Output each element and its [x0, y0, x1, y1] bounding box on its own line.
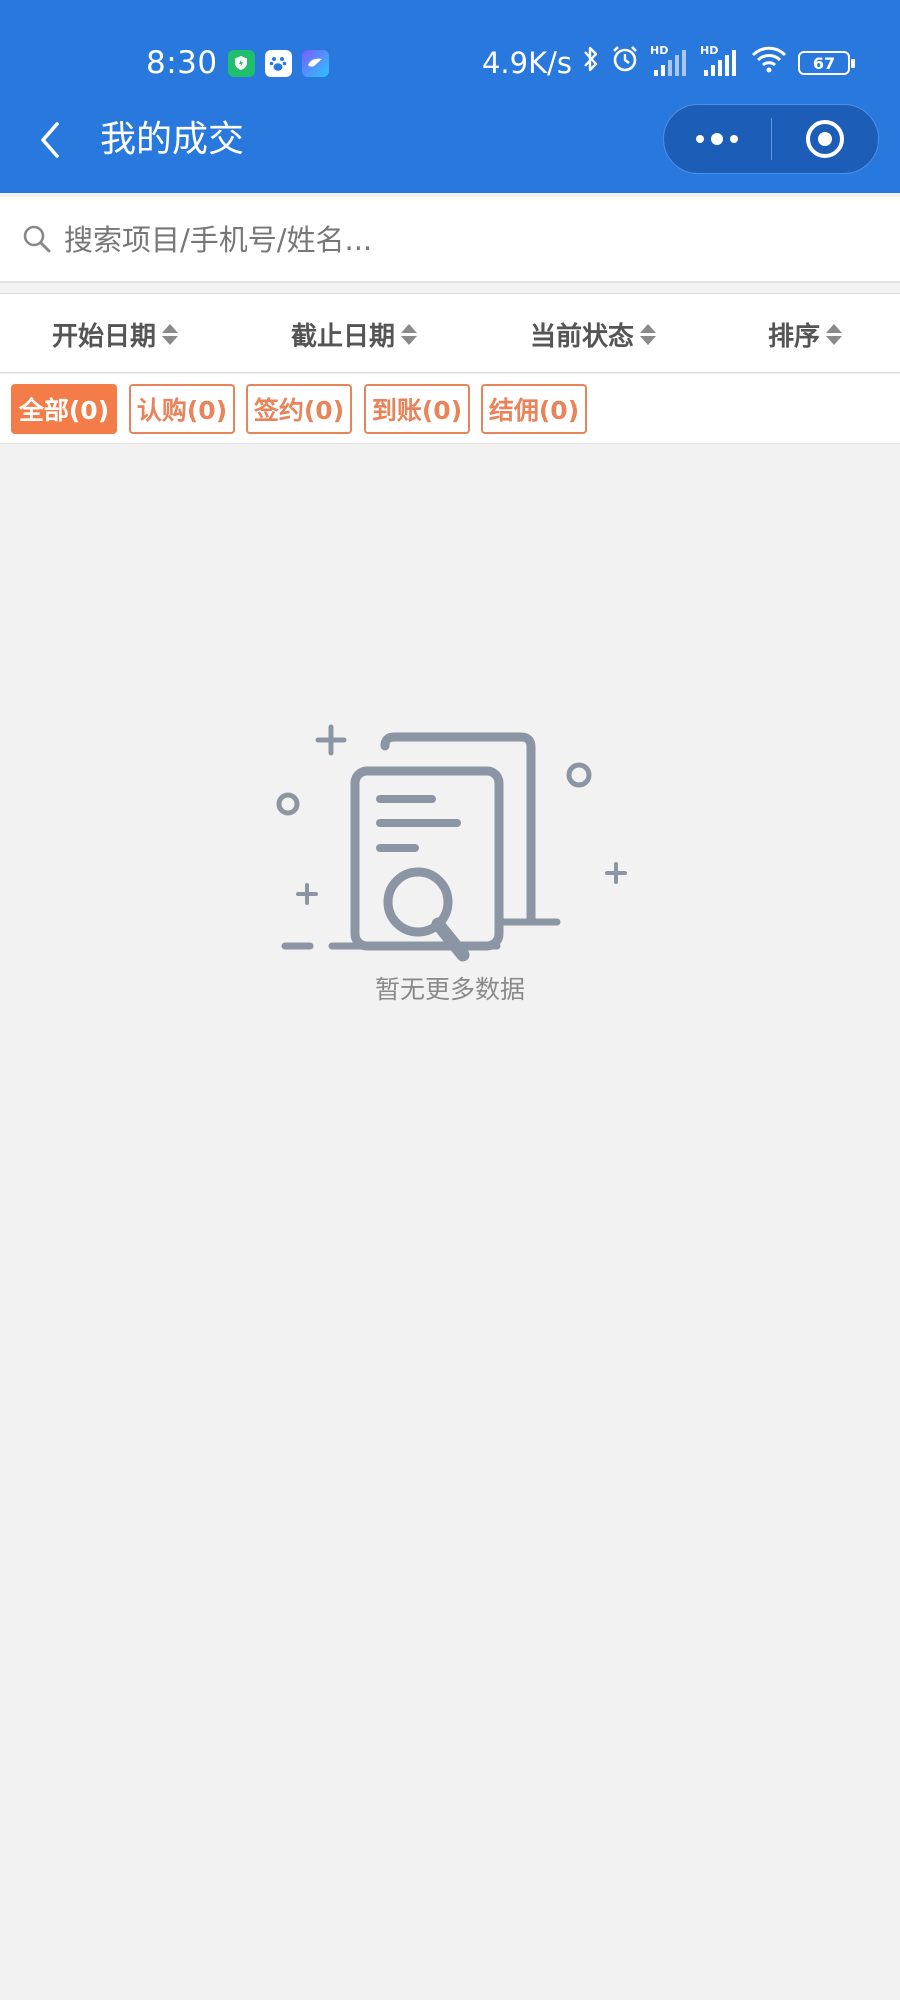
more-button[interactable] [664, 105, 771, 173]
filter-status[interactable]: 当前状态 [530, 294, 657, 374]
baidu-app-icon [264, 49, 292, 77]
bird-app-icon [301, 49, 329, 77]
status-time: 8:30 [146, 45, 218, 81]
chevron-left-icon [41, 122, 59, 158]
back-button[interactable] [30, 112, 70, 168]
filter-start-date[interactable]: 开始日期 [52, 294, 179, 374]
signal-icon-2: HD [700, 44, 740, 78]
status-bar-left: 8:30 [146, 38, 329, 88]
signal-icon-1: HD [650, 44, 690, 78]
sort-arrows-icon [162, 323, 179, 345]
bluetooth-icon [582, 44, 600, 82]
battery-indicator: 67 [798, 51, 855, 75]
empty-state-message: 暂无更多数据 [374, 975, 525, 1004]
alarm-icon [610, 44, 640, 82]
status-bar-right: 4.9K/s HD HD 67 [481, 38, 855, 88]
sort-arrows-icon [401, 323, 418, 345]
empty-document-search-icon [276, 724, 627, 962]
tab-payment[interactable]: 到账(0) [364, 384, 470, 434]
shield-app-icon [227, 49, 255, 77]
tab-commission[interactable]: 结佣(0) [481, 384, 587, 434]
status-tabs: 全部(0) 认购(0) 签约(0) 到账(0) 结佣(0) [0, 374, 900, 444]
filter-label: 当前状态 [530, 321, 635, 352]
filter-label: 截止日期 [291, 321, 396, 352]
target-icon [805, 120, 844, 158]
wifi-icon [750, 44, 788, 82]
network-speed: 4.9K/s [481, 46, 572, 80]
search-input[interactable] [64, 213, 864, 267]
filter-sort[interactable]: 排序 [768, 294, 843, 374]
tab-sign[interactable]: 签约(0) [246, 384, 352, 434]
filter-bar: 开始日期 截止日期 当前状态 排序 [0, 293, 900, 373]
tab-all[interactable]: 全部(0) [11, 384, 117, 434]
top-bar: 8:30 4.9K/s HD HD 67 我的成交 [0, 0, 900, 193]
more-dots-icon [696, 133, 739, 145]
sort-arrows-icon [640, 323, 657, 345]
search-icon [23, 225, 51, 253]
tab-subscribe[interactable]: 认购(0) [129, 384, 235, 434]
sort-arrows-icon [826, 323, 843, 345]
search-bar [0, 197, 900, 283]
filter-label: 开始日期 [52, 321, 157, 352]
page-title: 我的成交 [100, 119, 245, 160]
filter-label: 排序 [768, 321, 821, 352]
close-button[interactable] [772, 105, 879, 173]
mini-program-capsule [663, 104, 879, 174]
filter-end-date[interactable]: 截止日期 [291, 294, 418, 374]
